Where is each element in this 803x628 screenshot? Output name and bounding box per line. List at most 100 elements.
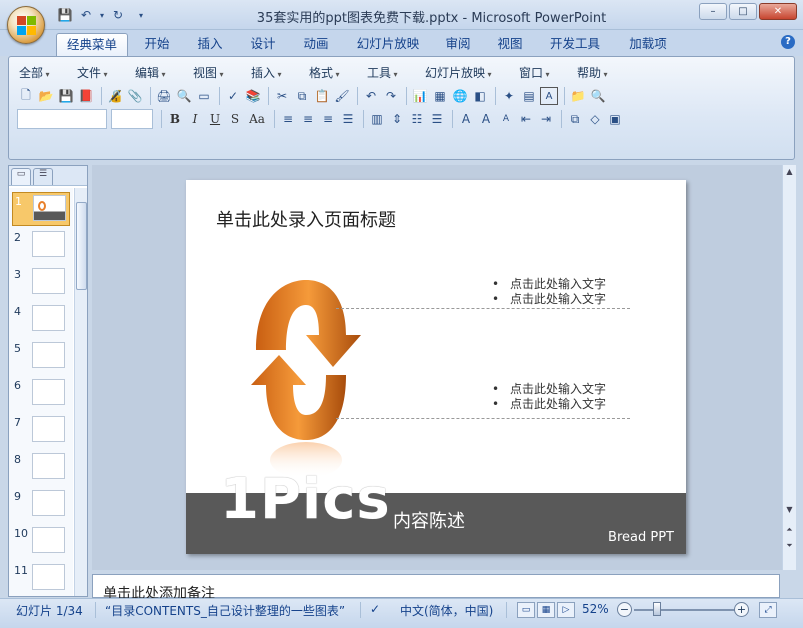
slide-thumb-2[interactable]: 2 <box>12 229 70 263</box>
underline-button[interactable]: U <box>206 110 224 128</box>
font-name-combo[interactable] <box>17 109 107 129</box>
tab-classic-menu[interactable]: 经典菜单 <box>56 33 128 56</box>
align-right-icon[interactable]: ≡ <box>319 110 337 128</box>
menu-view[interactable]: 视图 <box>193 64 224 81</box>
shadow-button[interactable]: S <box>226 110 244 128</box>
italic-button[interactable]: I <box>186 110 204 128</box>
find-icon[interactable]: 🔍 <box>589 87 607 105</box>
slide-thumb-4[interactable]: 4 <box>12 303 70 337</box>
previous-slide-icon[interactable]: ⏶ <box>783 525 796 537</box>
tab-home[interactable]: 开始 <box>138 33 176 56</box>
change-case-button[interactable]: Aa <box>246 110 268 128</box>
menu-format[interactable]: 格式 <box>309 64 340 81</box>
save-icon[interactable]: 💾 <box>57 87 75 105</box>
table-icon[interactable]: ▦ <box>431 87 449 105</box>
normal-view-button[interactable]: ▭ <box>517 602 535 618</box>
menu-window[interactable]: 窗口 <box>519 64 550 81</box>
chart-icon[interactable]: 📊 <box>411 87 429 105</box>
bullets-icon[interactable]: ☰ <box>428 110 446 128</box>
scroll-up-icon[interactable]: ▲ <box>783 167 796 179</box>
tab-view[interactable]: 视图 <box>490 33 530 56</box>
tab-review[interactable]: 审阅 <box>438 33 478 56</box>
tab-design[interactable]: 设计 <box>243 33 283 56</box>
print-preview-icon[interactable]: 🔍 <box>175 87 193 105</box>
content-description[interactable]: 内容陈述 <box>393 507 465 533</box>
tab-insert[interactable]: 插入 <box>190 33 230 56</box>
new-slide-icon[interactable]: ✦ <box>500 87 518 105</box>
zoom-in-icon[interactable]: + <box>734 602 749 617</box>
grow-font-icon[interactable]: A <box>477 110 495 128</box>
print-icon[interactable]: 🖨 <box>155 87 173 105</box>
tab-slideshow[interactable]: 幻灯片放映 <box>350 33 426 56</box>
menu-all[interactable]: 全部 <box>19 64 50 81</box>
outline-tab[interactable]: ☰ <box>33 168 53 185</box>
zoom-slider-handle[interactable] <box>653 602 661 616</box>
bullet-list-bottom[interactable]: 点击此处输入文字 点击此处输入文字 <box>492 382 606 412</box>
zoom-slider[interactable] <box>634 609 737 611</box>
cut-icon[interactable]: ✂ <box>273 87 291 105</box>
numbering-icon[interactable]: ☷ <box>408 110 426 128</box>
redo-icon[interactable]: ↷ <box>382 87 400 105</box>
minimize-button[interactable]: – <box>699 3 727 20</box>
slide-thumb-9[interactable]: 9 <box>12 488 70 522</box>
bold-button[interactable]: B <box>166 110 184 128</box>
layout-icon[interactable]: ▤ <box>520 87 538 105</box>
current-slide[interactable]: 单击此处录入页面标题 点击此处输入文字 点击此处输入文字 点击此处输入文字 点击… <box>186 180 686 554</box>
menu-insert[interactable]: 插入 <box>251 64 282 81</box>
research-icon[interactable]: 📚 <box>244 87 262 105</box>
new-icon[interactable]: 🗋 <box>17 87 35 105</box>
spelling-icon[interactable]: ✓ <box>224 87 242 105</box>
big-text[interactable]: 1Pics <box>220 467 391 532</box>
scroll-down-icon[interactable]: ▼ <box>783 505 796 517</box>
increase-indent-icon[interactable]: ⇥ <box>537 110 555 128</box>
help-icon[interactable]: ? <box>781 35 795 49</box>
permission-icon[interactable]: 🔏 <box>106 87 124 105</box>
office-button[interactable] <box>7 6 45 44</box>
justify-icon[interactable]: ☰ <box>339 110 357 128</box>
decrease-indent-icon[interactable]: ⇤ <box>517 110 535 128</box>
menu-edit[interactable]: 编辑 <box>135 64 166 81</box>
copy-icon[interactable]: ⧉ <box>293 87 311 105</box>
zoom-out-icon[interactable]: − <box>617 602 632 617</box>
notes-pane[interactable]: 单击此处添加备注 <box>92 574 780 602</box>
slides-tab[interactable]: ▭ <box>11 168 31 185</box>
slide-vertical-scrollbar[interactable]: ▲ ▼ ⏶ ⏷ <box>782 165 796 570</box>
slide-thumb-11[interactable]: 11 <box>12 562 70 596</box>
slide-title[interactable]: 单击此处录入页面标题 <box>216 206 396 232</box>
spell-check-icon[interactable]: ✓ <box>370 602 380 616</box>
arrange-icon[interactable]: ⧉ <box>566 110 584 128</box>
align-left-icon[interactable]: ≡ <box>279 110 297 128</box>
slide-thumb-1[interactable]: 1 <box>12 192 70 226</box>
align-center-icon[interactable]: ≡ <box>299 110 317 128</box>
slide-thumb-8[interactable]: 8 <box>12 451 70 485</box>
language-indicator[interactable]: 中文(简体，中国) <box>400 602 493 619</box>
undo-icon[interactable]: ↶ <box>362 87 380 105</box>
tab-developer[interactable]: 开发工具 <box>542 33 608 56</box>
menu-file[interactable]: 文件 <box>77 64 108 81</box>
format-painter-icon[interactable]: 🖌 <box>333 87 351 105</box>
slide-sorter-view-button[interactable]: ▦ <box>537 602 555 618</box>
open-icon[interactable]: 📂 <box>37 87 55 105</box>
shrink-font-icon[interactable]: A <box>497 110 515 128</box>
tab-addins[interactable]: 加载项 <box>622 33 674 56</box>
font-size-combo[interactable] <box>111 109 153 129</box>
page-setup-icon[interactable]: ▭ <box>195 87 213 105</box>
menu-slideshow[interactable]: 幻灯片放映 <box>425 64 492 81</box>
tab-animation[interactable]: 动画 <box>296 33 336 56</box>
close-button[interactable]: ✕ <box>759 3 797 20</box>
slide-thumb-7[interactable]: 7 <box>12 414 70 448</box>
slides-scrollbar[interactable] <box>74 188 87 596</box>
maximize-button[interactable]: □ <box>729 3 757 20</box>
pdf-icon[interactable]: 📕 <box>77 87 95 105</box>
slide-thumb-3[interactable]: 3 <box>12 266 70 300</box>
next-slide-icon[interactable]: ⏷ <box>783 541 796 553</box>
folder-icon[interactable]: 📁 <box>569 87 587 105</box>
menu-tools[interactable]: 工具 <box>367 64 398 81</box>
fit-to-window-icon[interactable]: ⤢ <box>759 602 777 618</box>
slide-thumb-5[interactable]: 5 <box>12 340 70 374</box>
attach-icon[interactable]: 📎 <box>126 87 144 105</box>
menu-help[interactable]: 帮助 <box>577 64 608 81</box>
color-grayscale-icon[interactable]: ◧ <box>471 87 489 105</box>
slide-thumb-10[interactable]: 10 <box>12 525 70 559</box>
web-icon[interactable]: 🌐 <box>451 87 469 105</box>
